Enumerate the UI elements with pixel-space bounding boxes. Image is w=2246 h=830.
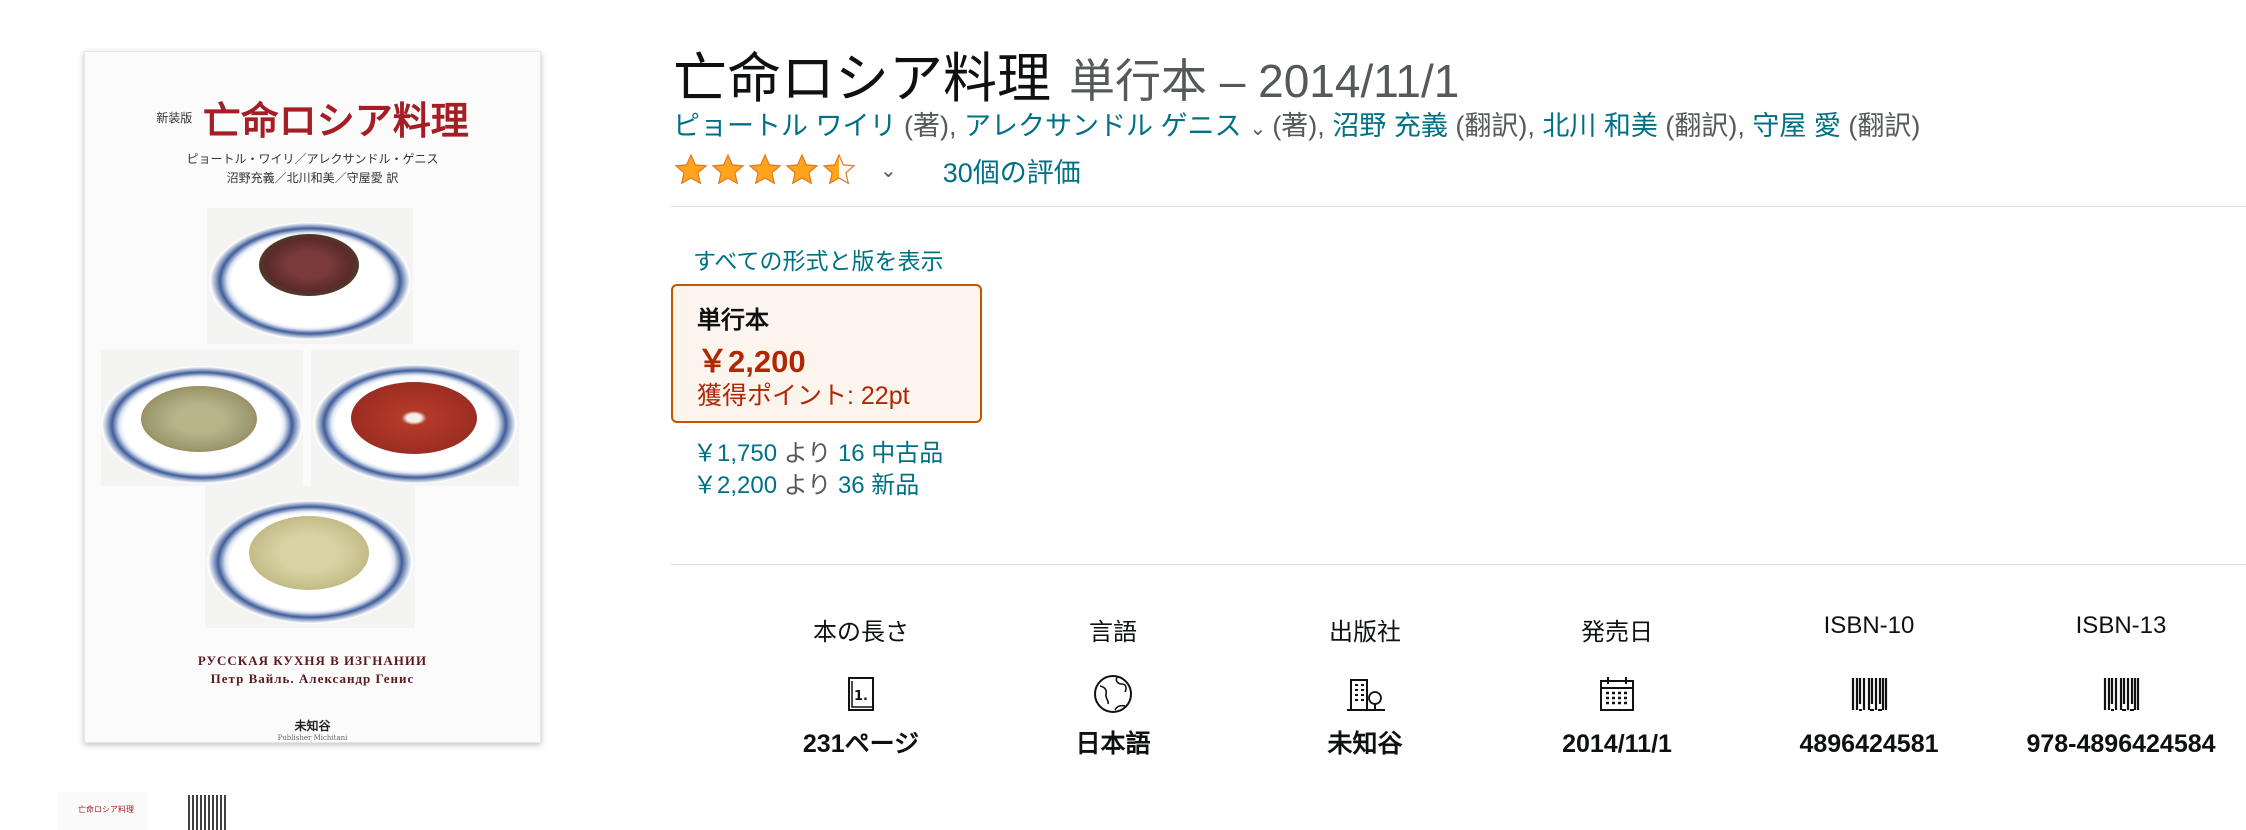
cover-authors-line: ピョートル・ワイリ／アレクサンドル・ゲニス [186,152,439,166]
cover-edition-label: 新装版 [156,111,193,125]
divider [671,564,2246,565]
cover-authors: ピョートル・ワイリ／アレクサンドル・ゲニス 沼野充義／北川和美／守屋愛 訳 [85,150,540,188]
author-role: (著), [1272,111,1325,141]
format-price: ￥2,200 [697,344,806,379]
cover-thumbnail[interactable]: 亡命ロシア料理 [58,792,148,830]
translator-link[interactable]: 北川 和美 [1542,111,1658,141]
star-icon [785,153,819,185]
half-star-icon [822,153,856,185]
offer-count: 36 新品 [837,472,920,499]
offer-from: より [783,472,832,499]
format-points: 獲得ポイント: 22pt [697,382,910,410]
chevron-down-icon[interactable]: ⌄ [880,158,897,183]
translator-link[interactable]: 沼野 充義 [1332,111,1448,141]
barcode-icon [1851,678,1888,711]
building-icon [1347,679,1385,711]
page-icon: 1. [848,677,874,711]
attribute-label: 本の長さ [813,619,909,646]
star-icon [674,153,708,185]
attribute-value: 2014/11/1 [1562,730,1672,758]
offer-price: ￥2,200 [693,472,778,499]
cover-translators-line: 沼野充義／北川和美／守屋愛 訳 [226,171,399,185]
cover-publisher: 未知谷 Publisher Michitani [85,717,540,742]
all-formats-link[interactable]: すべての形式と版を表示 [693,242,943,276]
attribute-label: ISBN-10 [1823,612,1915,639]
author-link[interactable]: アレクサンドル ゲニス [964,111,1242,141]
cover-photo-noodle-dish [101,350,303,486]
author-role: (著), [904,111,957,141]
attribute-value: 978-4896424584 [2026,730,2216,758]
offer-price: ￥1,750 [693,440,778,467]
back-cover-thumbnail[interactable] [188,795,228,830]
translator-role: (翻訳) [1848,111,1921,141]
star-rating[interactable] [673,152,858,188]
attribute-value: 4896424581 [1799,730,1939,758]
cover-title-block: 新装版 亡命ロシア料理 [85,90,540,145]
cover-photo-meat-dish [207,208,413,344]
author-byline: ピョートル ワイリ (著), アレクサンドル ゲニス ⌄ (著), 沼野 充義 (翻… [673,104,1920,143]
attribute-value: 231ページ [802,730,920,758]
offer-count: 16 中古品 [837,440,944,467]
translator-role: (翻訳), [1455,111,1535,141]
divider [671,206,2246,207]
rating-summary: ⌄ 30個の評価 [673,150,1081,190]
translator-link[interactable]: 守屋 愛 [1752,111,1841,141]
product-format-date: 単行本 – 2014/11/1 [1069,55,1460,107]
author-link[interactable]: ピョートル ワイリ [673,111,897,141]
attribute-label: 発売日 [1581,619,1653,646]
ratings-count-link[interactable]: 30個の評価 [943,151,1081,190]
cover-russian-authors-line: Петр Вайль. Александр Генис [210,671,415,686]
cover-photo-borscht-dish [311,350,519,486]
attribute-label: 出版社 [1329,619,1401,646]
globe-icon [1094,675,1132,713]
cover-publisher-en: Publisher Michitani [277,734,348,742]
star-icon [748,153,782,185]
cover-publisher-logo: 未知谷 [294,719,331,733]
book-cover-image[interactable]: 新装版 亡命ロシア料理 ピョートル・ワイリ／アレクサンドル・ゲニス 沼野充義／北… [84,51,541,743]
calendar-icon [1600,677,1634,711]
product-title: 亡命ロシア料理 単行本 – 2014/11/1 [673,34,1459,113]
cover-title: 亡命ロシア料理 [202,98,469,143]
star-icon [711,153,745,185]
cover-russian-title-line: РУССКАЯ КУХНЯ В ИЗГНАНИИ [197,653,428,668]
attribute-value: 日本語 [1075,730,1151,758]
cover-russian-title: РУССКАЯ КУХНЯ В ИЗГНАНИИ Петр Вайль. Але… [85,652,540,688]
barcode-icon [2103,678,2140,711]
chevron-down-icon[interactable]: ⌄ [1250,118,1267,140]
attribute-label: ISBN-13 [2075,612,2167,639]
offer-from: より [783,440,832,467]
attribute-value: 未知谷 [1327,730,1403,758]
svg-text:1.: 1. [854,689,868,704]
used-offer-link[interactable]: ￥1,750 より 16 中古品 [693,433,943,468]
cover-photo-soup-dish [205,486,415,628]
product-title-text: 亡命ロシア料理 [673,49,1051,109]
attribute-label: 言語 [1089,619,1137,646]
thumbnail-title: 亡命ロシア料理 [78,805,134,814]
translator-role: (翻訳), [1665,111,1745,141]
new-offer-link[interactable]: ￥2,200 より 36 新品 [693,465,919,500]
format-name: 単行本 [697,307,769,334]
format-option-selected[interactable]: 単行本 ￥2,200 獲得ポイント: 22pt [671,284,982,423]
